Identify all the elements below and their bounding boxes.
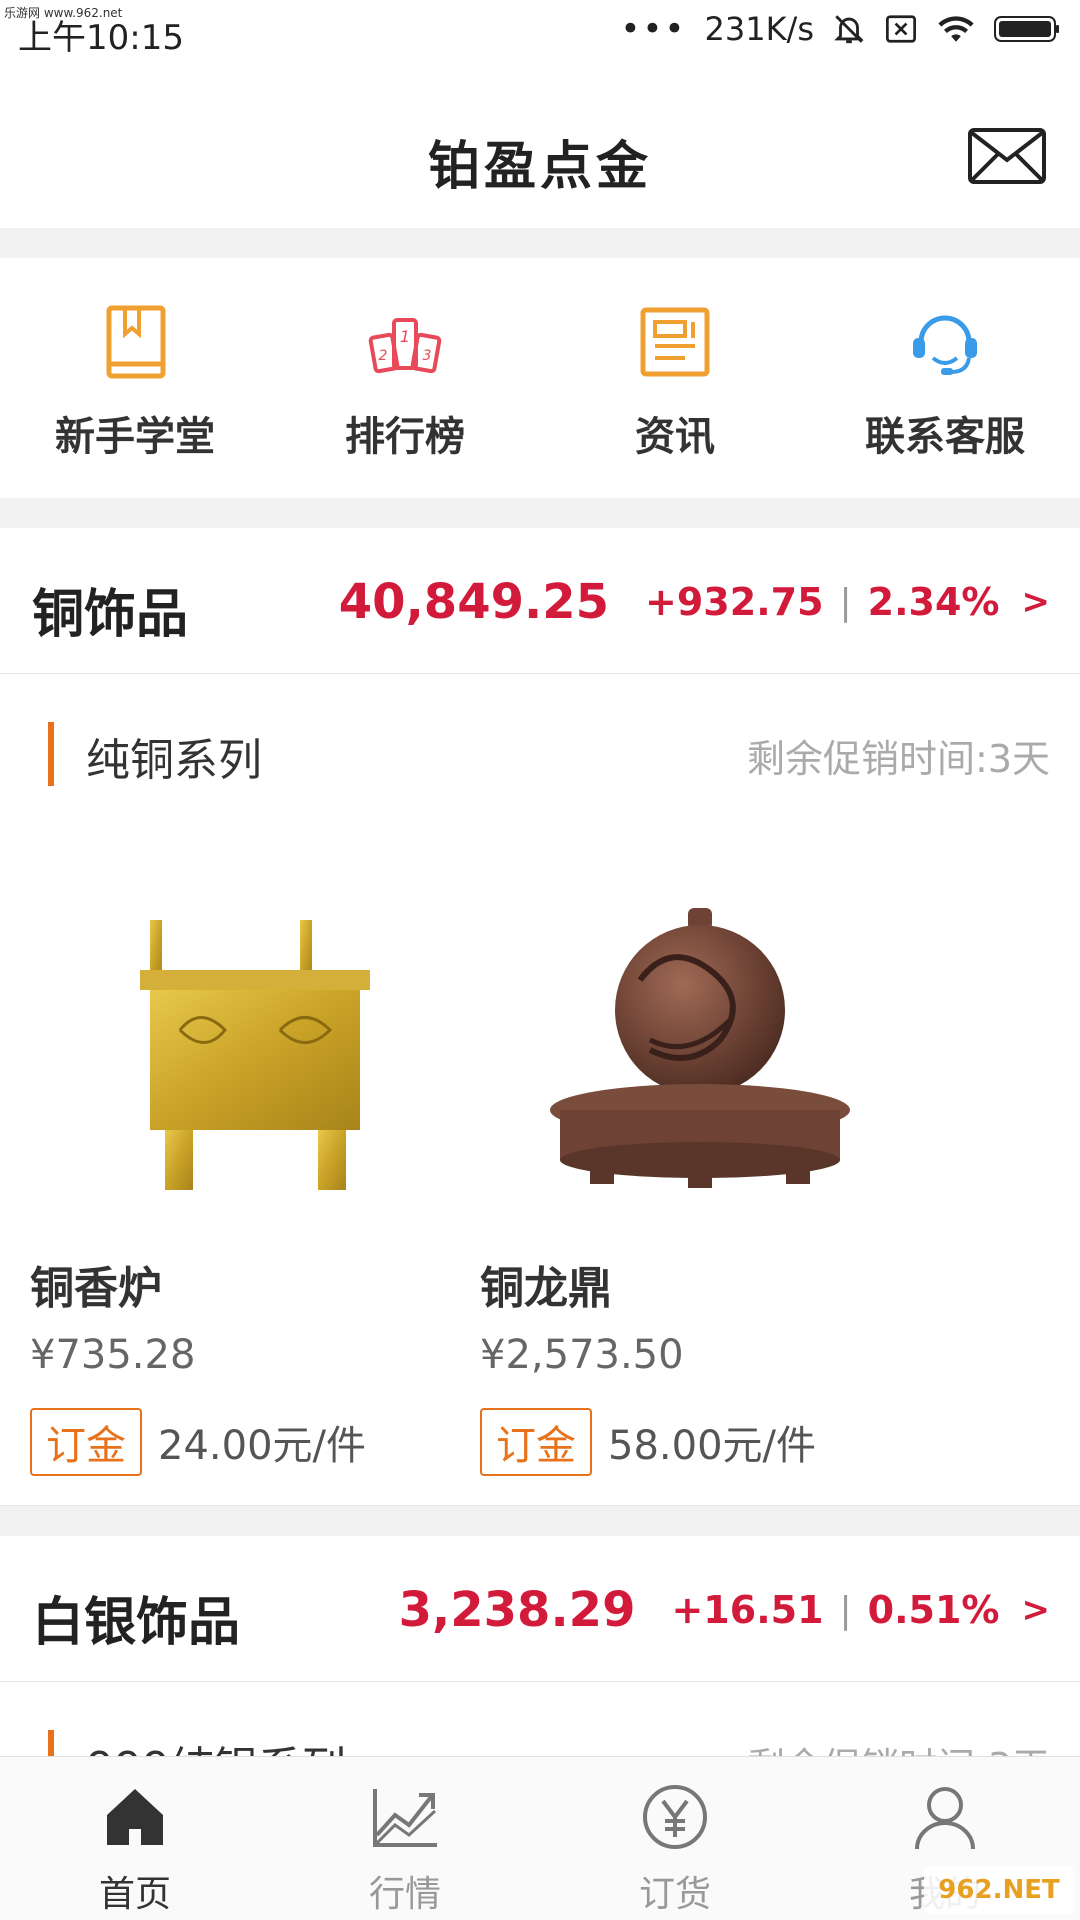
product-card[interactable]: 铜香炉 ¥735.28 订金 24.00元/件 <box>30 800 480 1506</box>
market-percent: 2.34% <box>867 580 1000 624</box>
wifi-icon <box>938 16 974 42</box>
market-name: 铜饰品 <box>32 585 189 645</box>
quick-entry-label: 新手学堂 <box>55 414 215 460</box>
deposit-info: 订金 24.00元/件 <box>30 1408 366 1476</box>
product-price: ¥735.28 <box>30 1332 196 1378</box>
promo-time: 剩余促销时间:3天 <box>747 737 1050 781</box>
market-price: 3,238.29 <box>398 1582 636 1638</box>
podium-icon: 1 2 3 <box>368 318 442 374</box>
deposit-info: 订金 58.00元/件 <box>480 1408 816 1476</box>
svg-text:2: 2 <box>379 348 388 364</box>
market-header-copper[interactable]: 铜饰品 40,849.25 +932.75 | 2.34% > <box>0 528 1080 674</box>
divider-gap <box>0 498 1080 528</box>
product-grid: 铜香炉 ¥735.28 订金 24.00元/件 铜龙鼎 ¥2,573.50 订金… <box>0 800 1080 1506</box>
mail-icon[interactable] <box>968 128 1046 184</box>
tab-home[interactable]: 首页 <box>0 1757 270 1920</box>
chevron-right-icon: > <box>1021 1590 1051 1630</box>
quote-separator: | <box>839 581 852 623</box>
product-image-incense-burner <box>140 920 370 1190</box>
net-speed: 231K/s <box>704 10 814 48</box>
battery-icon <box>994 16 1059 42</box>
quick-entry-newbie[interactable]: 新手学堂 <box>0 258 270 498</box>
tab-label: 首页 <box>98 1874 171 1915</box>
trend-chart-icon <box>373 1789 437 1847</box>
bell-muted-icon <box>834 15 864 44</box>
product-card[interactable]: 铜龙鼎 ¥2,573.50 订金 58.00元/件 <box>480 800 930 1506</box>
market-quote: 3,238.29 +16.51 | 0.51% > <box>399 1582 1050 1638</box>
product-price: ¥2,573.50 <box>480 1332 684 1378</box>
headset-icon <box>913 315 977 375</box>
page-title: 铂盈点金 <box>427 137 652 197</box>
deposit-tag: 订金 <box>30 1408 142 1476</box>
book-icon <box>106 305 166 379</box>
site-watermark: 962.NET <box>924 1866 1074 1914</box>
yen-coin-icon <box>643 1785 707 1849</box>
more-dots-icon: ••• <box>620 9 687 49</box>
bottom-nav: 首页 行情 订货 我的 <box>0 1756 1080 1920</box>
quick-entry-label: 排行榜 <box>345 414 465 460</box>
sim-x-icon <box>886 15 916 43</box>
market-price: 40,849.25 <box>338 574 610 630</box>
svg-text:1: 1 <box>400 327 410 346</box>
series-header-copper: 纯铜系列 剩余促销时间:3天 <box>0 674 1080 794</box>
quick-entry-label: 联系客服 <box>865 414 1025 460</box>
market-header-silver[interactable]: 白银饰品 3,238.29 +16.51 | 0.51% > <box>0 1536 1080 1682</box>
quick-entry-service[interactable]: 联系客服 <box>810 258 1080 498</box>
status-time: 上午10:15 <box>18 18 184 58</box>
status-icons: ••• 231K/s <box>620 10 1060 48</box>
series-title: 纯铜系列 <box>86 735 262 786</box>
product-name: 铜香炉 <box>30 1263 162 1314</box>
user-icon <box>915 1787 975 1850</box>
app-header: 铂盈点金 <box>0 64 1080 228</box>
divider-gap <box>0 1506 1080 1536</box>
svg-text:3: 3 <box>423 348 432 364</box>
home-icon <box>107 1789 163 1845</box>
tab-order[interactable]: 订货 <box>540 1757 810 1920</box>
quick-entry-label: 资讯 <box>635 414 715 460</box>
divider-gap <box>0 228 1080 258</box>
news-icon <box>640 307 710 377</box>
status-bar: 乐游网 www.962.net 上午10:15 ••• 231K/s <box>0 0 1080 64</box>
series-accent-bar <box>48 722 54 786</box>
market-percent: 0.51% <box>867 1588 1000 1632</box>
deposit-value: 24.00元/件 <box>158 1423 366 1469</box>
quick-entry-ranking[interactable]: 1 2 3 排行榜 <box>270 258 540 498</box>
quick-entry-news[interactable]: 资讯 <box>540 258 810 498</box>
quick-entries: 新手学堂 1 2 3 排行榜 资讯 联系客服 <box>0 258 1080 498</box>
tab-market[interactable]: 行情 <box>270 1757 540 1920</box>
product-name: 铜龙鼎 <box>480 1263 612 1314</box>
product-image-dragon-ding <box>550 908 850 1188</box>
deposit-value: 58.00元/件 <box>608 1423 816 1469</box>
tab-label: 行情 <box>368 1874 441 1915</box>
market-name: 白银饰品 <box>32 1593 241 1653</box>
quote-separator: | <box>839 1589 852 1631</box>
tab-label: 订货 <box>638 1874 711 1915</box>
chevron-right-icon: > <box>1021 582 1051 622</box>
market-quote: 40,849.25 +932.75 | 2.34% > <box>339 574 1050 630</box>
deposit-tag: 订金 <box>480 1408 592 1476</box>
market-change: +16.51 <box>671 1588 824 1632</box>
market-change: +932.75 <box>645 580 824 624</box>
